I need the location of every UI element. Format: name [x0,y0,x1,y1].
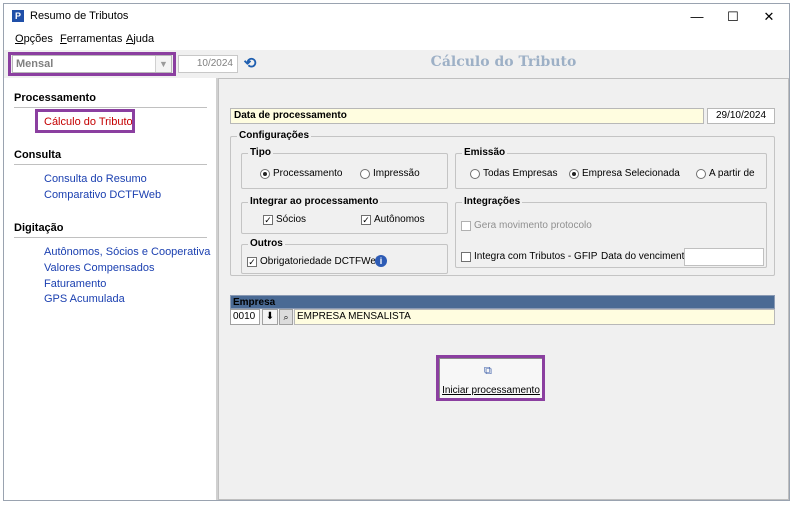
menu-opcoes-label: pções [23,33,53,45]
info-icon[interactable]: i [375,255,387,267]
integrar-autonomos-checkbox[interactable]: ✓ [361,215,371,225]
integra-gfip-checkbox[interactable] [461,252,471,262]
sidebar-section-processamento: Processamento [14,92,96,104]
menu-ferramentas-label: erramentas [66,33,123,45]
emissao-todas-label: Todas Empresas [483,168,558,179]
menu-ferramentas-mnemonic: F [60,33,67,45]
emissao-title: Emissão [462,147,508,158]
emissao-partir-label: A partir de [709,168,755,179]
menu-ferramentas[interactable]: Ferramentas [60,33,122,45]
emissao-partir-radio[interactable] [696,169,706,179]
window-title: Resumo de Tributos [30,10,129,22]
gera-movimento-label: Gera movimento protocolo [474,220,592,231]
emissao-group: Emissão Todas Empresas Empresa Seleciona… [455,147,767,189]
close-button[interactable]: ✕ [751,6,787,28]
outros-title: Outros [248,238,285,249]
integracoes-group: Integrações Gera movimento protocolo Int… [455,196,767,268]
empresa-header: Empresa [230,295,775,309]
integrar-autonomos-label: Autônomos [374,214,425,225]
download-icon[interactable]: ⬇ [262,309,278,325]
menu-ajuda[interactable]: Ajuda [126,33,154,45]
highlight-frame-button [436,355,545,401]
integrar-socios-label: Sócios [276,214,307,225]
search-icon[interactable]: ⌕ [279,309,293,325]
integrar-socios-checkbox[interactable]: ✓ [263,215,273,225]
integrar-group: Integrar ao processamento ✓ Sócios ✓ Aut… [241,196,448,234]
main-panel: Data de processamento 29/10/2024 Configu… [218,78,789,500]
menu-bar: Opções Ferramentas Ajuda [4,30,789,50]
empresa-code-field[interactable]: 0010 [230,309,260,325]
tipo-title: Tipo [248,147,273,158]
integrar-title: Integrar ao processamento [248,196,381,207]
outros-group: Outros ✓ Obrigatoriedade DCTFWeb i [241,238,448,274]
integracoes-title: Integrações [462,196,523,207]
sidebar-section-consulta: Consulta [14,149,62,161]
data-vencimento-label: Data do vencimento [601,251,690,262]
obrigatoriedade-checkbox[interactable]: ✓ [247,257,257,267]
sidebar-item-faturamento[interactable]: Faturamento [44,278,106,290]
menu-ajuda-label: juda [133,33,155,45]
divider [14,107,207,108]
app-logo-icon: P [12,10,24,22]
tipo-processamento-label: Processamento [273,168,343,179]
sidebar-item-gps[interactable]: GPS Acumulada [44,293,125,305]
divider [14,237,207,238]
page-title: Cálculo do Tributo [430,54,577,70]
empresa-name-field: EMPRESA MENSALISTA [294,309,775,325]
app-window: P Resumo de Tributos — ☐ ✕ Opções Ferram… [3,3,790,501]
title-bar: P Resumo de Tributos — ☐ ✕ [4,4,789,30]
maximize-button[interactable]: ☐ [715,6,751,28]
data-processamento-label: Data de processamento [230,108,704,124]
tipo-impressao-radio[interactable] [360,169,370,179]
data-processamento-field[interactable]: 29/10/2024 [707,108,775,124]
highlight-frame-calculo [35,109,135,133]
sidebar: Processamento Cálculo do Tributo Consult… [4,78,216,500]
emissao-todas-radio[interactable] [470,169,480,179]
sidebar-item-consulta-resumo[interactable]: Consulta do Resumo [44,173,147,185]
obrigatoriedade-label: Obrigatoriedade DCTFWeb [260,256,382,267]
highlight-frame-combo [8,52,176,76]
configuracoes-title: Configurações [237,130,312,141]
gera-movimento-checkbox[interactable] [461,221,471,231]
data-vencimento-input[interactable] [684,248,764,266]
tipo-impressao-label: Impressão [373,168,420,179]
menu-opcoes-mnemonic: O [15,33,24,45]
divider [14,164,207,165]
sidebar-item-valores[interactable]: Valores Compensados [44,262,154,274]
emissao-selecionada-radio[interactable] [569,169,579,179]
menu-opcoes[interactable]: Opções [15,33,53,45]
tipo-processamento-radio[interactable] [260,169,270,179]
minimize-button[interactable]: — [679,6,715,28]
integra-gfip-label: Integra com Tributos - GFIP [474,251,598,262]
emissao-selecionada-label: Empresa Selecionada [582,168,680,179]
tipo-group: Tipo Processamento Impressão [241,147,448,189]
sidebar-section-digitacao: Digitação [14,222,64,234]
toolbar: Mensal ▼ 10/2024 ⟲ Cálculo do Tributo [4,50,789,78]
sidebar-item-comparativo[interactable]: Comparativo DCTFWeb [44,189,161,201]
sidebar-item-autonomos[interactable]: Autônomos, Sócios e Cooperativa [44,246,210,258]
